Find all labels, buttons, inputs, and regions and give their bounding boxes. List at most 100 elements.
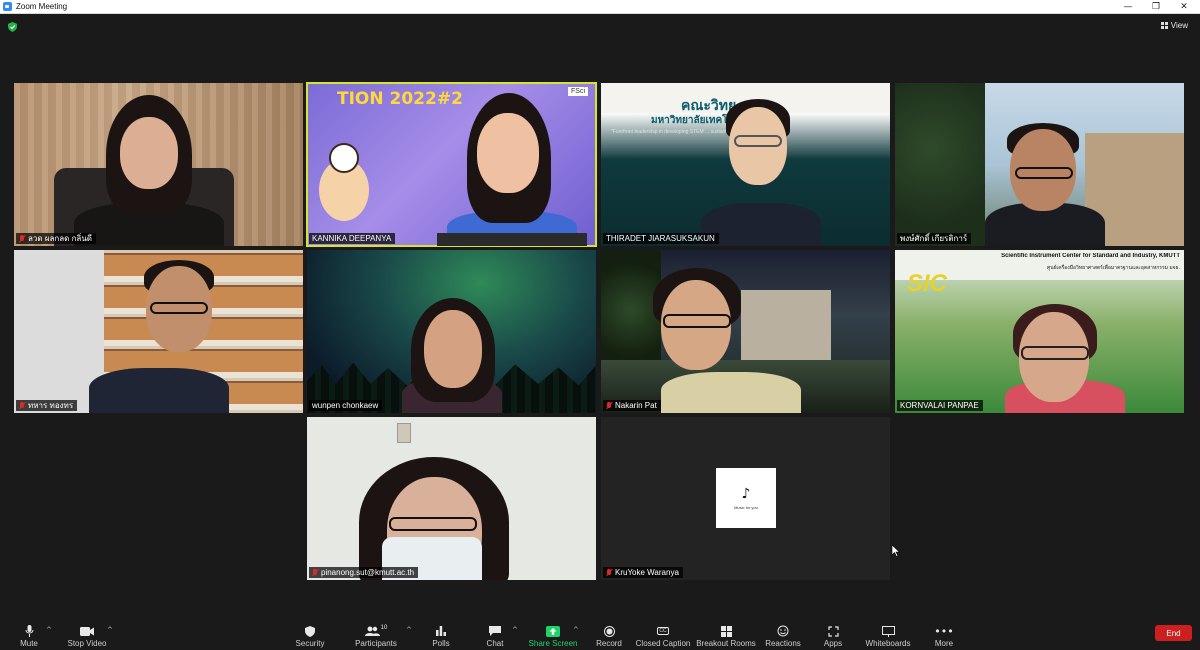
window-titlebar: Zoom Meeting — ❐ ✕ [0,0,1200,14]
video-tile[interactable]: ลวด ผลกลด กลิ่นดี [14,83,303,246]
polls-icon [434,625,448,637]
maximize-icon[interactable]: ❐ [1141,0,1171,14]
participant-name-tag: KORNVALAI PANPAE [897,400,983,411]
participant-name-tag: Nakarin Pat [603,400,661,411]
participant-name: KANNIKA DEEPANYA [312,234,392,243]
participant-name: pinanong.sut@kmutt.ac.th [321,568,415,577]
whiteboards-label: Whiteboards [865,639,911,648]
video-tile[interactable]: ทหาร ทองทร [14,250,303,413]
record-icon [602,625,616,637]
video-options-caret-icon[interactable]: ^ [107,626,113,634]
participant-name-tag: KruYoke Waranya [603,567,683,578]
more-dots-icon: ••• [934,624,954,638]
record-label: Record [596,639,622,648]
mic-muted-icon [312,568,318,577]
music-note-icon: ♪ [741,486,751,502]
mute-label: Mute [20,639,38,648]
profile-picture: ♪ Music for you [716,468,776,528]
closed-caption-label: Closed Caption [635,639,691,648]
video-tile[interactable]: Nakarin Pat [601,250,890,413]
banner-subtitle: ศูนย์เครื่องมือวิทยาศาสตร์เพื่อมาตรฐานแล… [1047,265,1180,271]
participant-name: Nakarin Pat [615,401,657,410]
participant-name: THIRADET JIARASUKSAKUN [606,234,715,243]
participants-button[interactable]: 10 Participants [354,620,398,648]
apps-button[interactable]: Apps [821,620,845,648]
video-gallery: View ลวด ผลกลด กลิ่นดี TION 2022#2 FSci … [0,14,1200,618]
mute-options-caret-icon[interactable]: ^ [46,626,52,634]
participants-icon: 10 [363,625,389,637]
whiteboard-icon [881,625,895,637]
chat-button[interactable]: Chat [482,620,508,648]
banner-title: Scientific Instrument Center for Standar… [1001,253,1180,259]
participants-options-caret-icon[interactable]: ^ [406,626,412,634]
security-label: Security [295,639,325,648]
participant-name: KORNVALAI PANPAE [900,401,979,410]
video-tile[interactable]: คณะวิทย มหาวิทยาลัยเทคโนโลยี...ธนบุรี "F… [601,83,890,246]
video-tile[interactable]: pinanong.sut@kmutt.ac.th [307,417,596,580]
close-icon[interactable]: ✕ [1169,0,1199,14]
more-button[interactable]: ••• More [931,620,957,649]
security-shield-icon[interactable] [8,22,17,32]
video-camera-icon [80,625,94,637]
participant-name: ลวด ผลกลด กลิ่นดี [28,234,92,243]
reactions-label: Reactions [765,639,801,648]
view-button[interactable]: View [1160,21,1188,30]
participant-name-tag: wunpen chonkaew [309,400,383,411]
participant-name-tag: KANNIKA DEEPANYA [309,233,396,244]
polls-label: Polls [432,639,450,648]
security-button[interactable]: Security [294,620,326,648]
chat-options-caret-icon[interactable]: ^ [512,626,518,634]
banner-text: TION 2022#2 [337,89,463,109]
video-tile[interactable]: Scientific Instrument Center for Standar… [895,250,1184,413]
share-options-caret-icon[interactable]: ^ [573,626,579,634]
grid-icon [1160,22,1168,29]
participant-name: wunpen chonkaew [312,401,379,410]
shield-icon [303,625,317,637]
video-tile-active-speaker[interactable]: TION 2022#2 FSci KANNIKA DEEPANYA [306,82,597,247]
video-tile[interactable]: wunpen chonkaew [307,250,596,413]
window-title: Zoom Meeting [16,2,68,11]
view-label: View [1170,21,1188,30]
apps-icon [826,625,840,637]
whiteboards-button[interactable]: Whiteboards [865,620,911,648]
breakout-rooms-icon [719,625,733,637]
mute-button[interactable]: Mute [12,620,46,648]
avatar-caption: Music for you [734,505,758,510]
participant-name: KruYoke Waranya [615,568,679,577]
mic-muted-icon [19,234,25,243]
minimize-icon[interactable]: — [1113,0,1143,14]
stop-video-label: Stop Video [67,639,107,648]
more-label: More [934,639,954,648]
fsci-logo: FSci [568,87,588,96]
polls-button[interactable]: Polls [428,620,454,648]
reactions-button[interactable]: Reactions [765,620,801,648]
record-button[interactable]: Record [594,620,624,648]
zoom-logo-icon [3,2,12,11]
chat-label: Chat [486,639,504,648]
sic-logo: SIC [907,270,948,297]
end-meeting-button[interactable]: End [1155,625,1192,641]
mouse-cursor-icon [892,545,900,557]
video-tile[interactable]: พงษ์ศักดิ์ เกียรติการ์ [895,83,1184,246]
video-tile[interactable]: ♪ Music for you KruYoke Waranya [601,417,890,580]
stop-video-button[interactable]: Stop Video [66,620,108,648]
closed-caption-button[interactable]: CC Closed Caption [636,620,690,648]
share-screen-icon [546,625,560,637]
mic-muted-icon [19,401,25,410]
participant-name-tag: พงษ์ศักดิ์ เกียรติการ์ [897,233,972,244]
participant-count-badge: 10 [380,625,388,631]
participant-name-tag: ลวด ผลกลด กลิ่นดี [16,233,96,244]
participant-name-tag: pinanong.sut@kmutt.ac.th [309,567,419,578]
smiley-icon [776,625,790,637]
participant-name: ทหาร ทองทร [28,401,74,410]
participants-label: Participants [355,639,397,648]
microphone-icon [22,625,36,637]
breakout-rooms-button[interactable]: Breakout Rooms [696,620,756,648]
mic-muted-icon [606,401,612,410]
participant-name-tag: ทหาร ทองทร [16,400,78,411]
share-screen-button[interactable]: Share Screen [529,620,577,648]
apps-label: Apps [823,639,843,648]
participant-name: พงษ์ศักดิ์ เกียรติการ์ [900,234,968,243]
breakout-rooms-label: Breakout Rooms [696,639,756,648]
participant-name-tag: THIRADET JIARASUKSAKUN [603,233,719,244]
